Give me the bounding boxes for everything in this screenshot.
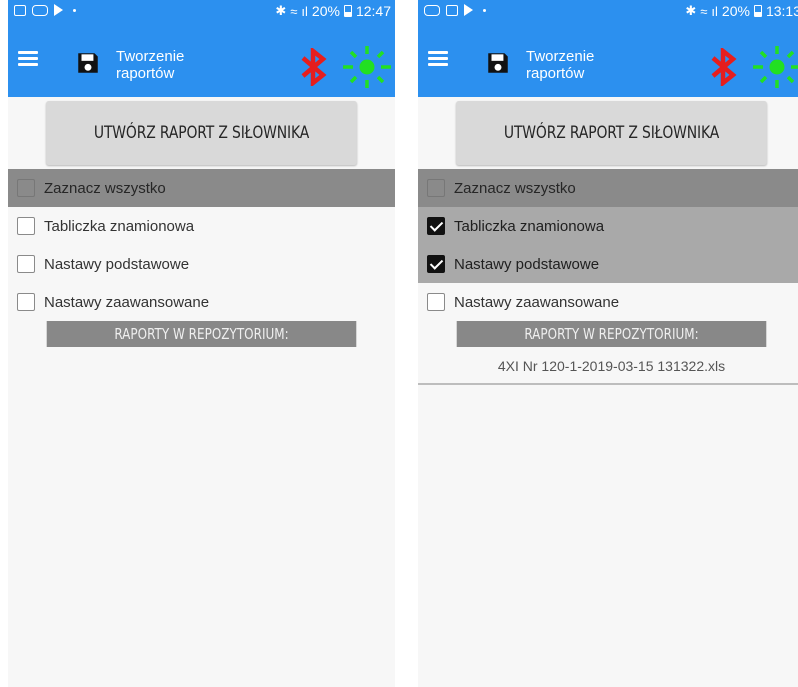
title-line-1: Tworzenie xyxy=(116,48,185,65)
title-line-2: raportów xyxy=(526,65,585,82)
status-bar: ✱ ≈ ıl 20% 12:47 xyxy=(8,0,395,24)
page-title: Tworzenie raportów xyxy=(526,48,646,82)
phone-screen-left: ✱ ≈ ıl 20% 12:47 Tworzenie raportów UTWÓ… xyxy=(8,0,395,687)
connection-status-icon xyxy=(753,46,798,88)
bluetooth-off-icon[interactable] xyxy=(299,48,329,86)
bluetooth-icon: ✱ xyxy=(275,3,287,18)
advanced-settings-checkbox[interactable]: Nastawy zaawansowane xyxy=(8,283,395,321)
checkbox-label: Nastawy podstawowe xyxy=(454,255,600,273)
battery-percent: 20% xyxy=(721,3,750,19)
report-file-item[interactable]: 4XI Nr 120-1-2019-03-15 131322.xls xyxy=(418,349,798,385)
repository-header: RAPORTY W REPOZYTORIUM: xyxy=(46,321,357,347)
basic-settings-checkbox[interactable]: Nastawy podstawowe xyxy=(418,245,798,283)
app-toolbar: Tworzenie raportów xyxy=(418,24,798,97)
menu-icon[interactable] xyxy=(18,49,38,66)
nameplate-checkbox[interactable]: Tabliczka znamionowa xyxy=(8,207,395,245)
notification-dot-icon xyxy=(73,8,76,12)
title-line-1: Tworzenie xyxy=(526,48,595,65)
basic-settings-checkbox[interactable]: Nastawy podstawowe xyxy=(8,245,395,283)
status-time: 12:47 xyxy=(355,3,391,19)
cast-icon xyxy=(54,4,63,16)
checkbox-box[interactable] xyxy=(17,293,35,311)
cast-icon xyxy=(464,4,473,16)
nameplate-checkbox[interactable]: Tabliczka znamionowa xyxy=(418,207,798,245)
checkbox-label: Nastawy podstawowe xyxy=(44,255,190,273)
checkbox-label: Zaznacz wszystko xyxy=(454,179,576,197)
checkbox-box[interactable] xyxy=(17,217,35,235)
notification-dot-icon xyxy=(483,8,486,12)
checkbox-label: Nastawy zaawansowane xyxy=(454,293,620,311)
battery-icon xyxy=(753,5,762,17)
voicemail-icon xyxy=(32,4,48,16)
voicemail-icon xyxy=(424,4,440,16)
checkbox-box[interactable] xyxy=(17,179,35,197)
signal-icon: ıl xyxy=(711,3,718,19)
save-icon xyxy=(78,53,98,73)
create-report-button[interactable]: UTWÓRZ RAPORT Z SIŁOWNIKA xyxy=(46,101,357,165)
connection-status-icon xyxy=(343,46,391,88)
checkbox-box-checked[interactable] xyxy=(427,217,445,235)
status-time: 13:13 xyxy=(765,3,798,19)
page-title: Tworzenie raportów xyxy=(116,48,236,82)
phone-screen-right: ✱ ≈ ıl 20% 13:13 Tworzenie raportów UTWÓ… xyxy=(418,0,798,687)
checkbox-label: Tabliczka znamionowa xyxy=(454,217,605,235)
battery-percent: 20% xyxy=(311,3,340,19)
menu-icon[interactable] xyxy=(428,49,448,66)
checkbox-box-checked[interactable] xyxy=(427,255,445,273)
select-all-checkbox[interactable]: Zaznacz wszystko xyxy=(418,169,798,207)
checkbox-box[interactable] xyxy=(427,179,445,197)
checkbox-box[interactable] xyxy=(17,255,35,273)
bluetooth-icon: ✱ xyxy=(685,3,697,18)
wifi-icon: ≈ xyxy=(290,3,298,19)
checkbox-box[interactable] xyxy=(427,293,445,311)
status-bar: ✱ ≈ ıl 20% 13:13 xyxy=(418,0,798,24)
checkbox-label: Tabliczka znamionowa xyxy=(44,217,195,235)
create-report-button[interactable]: UTWÓRZ RAPORT Z SIŁOWNIKA xyxy=(456,101,767,165)
advanced-settings-checkbox[interactable]: Nastawy zaawansowane xyxy=(418,283,798,321)
gallery-icon xyxy=(14,4,26,16)
app-toolbar: Tworzenie raportów xyxy=(8,24,395,97)
gallery-icon xyxy=(446,4,458,16)
signal-icon: ıl xyxy=(301,3,308,19)
title-line-2: raportów xyxy=(116,65,175,82)
select-all-checkbox[interactable]: Zaznacz wszystko xyxy=(8,169,395,207)
repository-header: RAPORTY W REPOZYTORIUM: xyxy=(456,321,767,347)
save-icon xyxy=(488,53,508,73)
battery-icon xyxy=(343,5,352,17)
checkbox-label: Nastawy zaawansowane xyxy=(44,293,210,311)
checkbox-label: Zaznacz wszystko xyxy=(44,179,166,197)
wifi-icon: ≈ xyxy=(700,3,708,19)
bluetooth-off-icon[interactable] xyxy=(709,48,739,86)
